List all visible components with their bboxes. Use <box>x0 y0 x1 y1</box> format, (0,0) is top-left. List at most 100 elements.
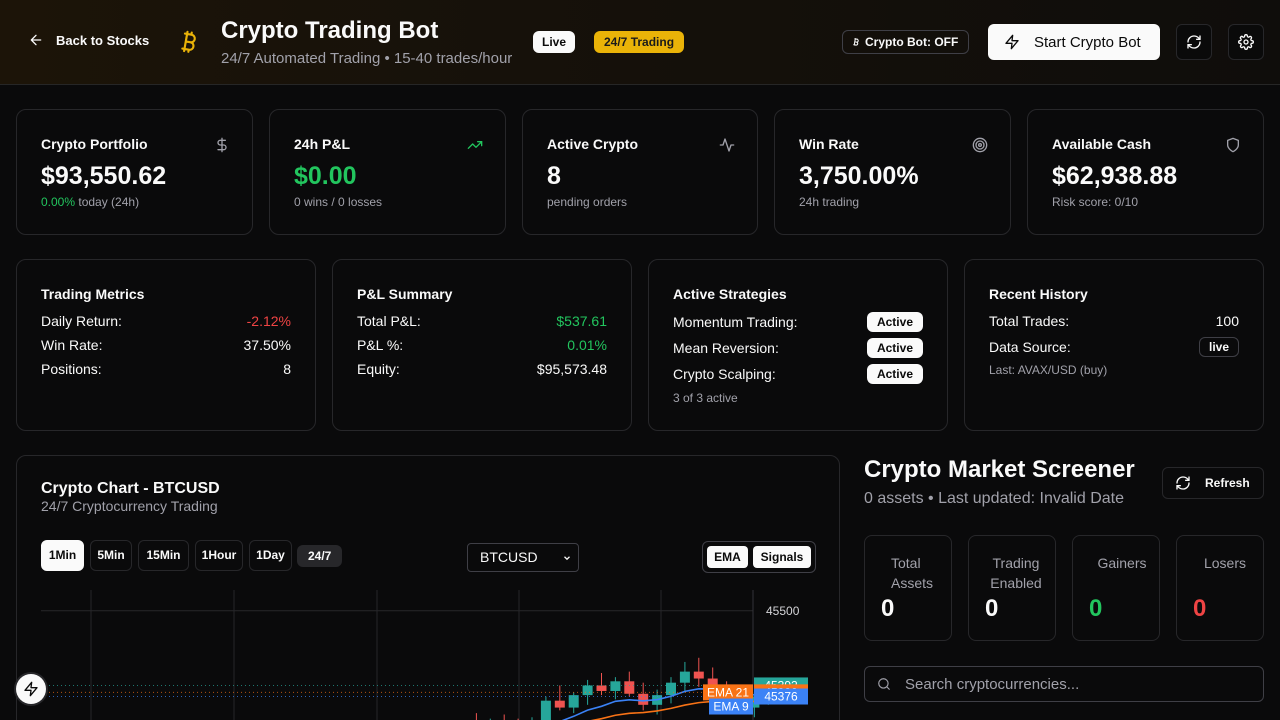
stat-value: $0.00 <box>294 162 357 190</box>
ema9-price-tag: 45376 <box>764 690 798 704</box>
refresh-label: Refresh <box>1205 476 1250 490</box>
history-value: 100 <box>1215 313 1239 329</box>
screener-subtitle: 0 assets • Last updated: Invalid Date <box>864 490 1124 507</box>
stat-card-active-crypto: Active Crypto 8 pending orders <box>522 109 758 235</box>
strategy-label: Momentum Trading: <box>673 314 798 330</box>
stat-label: Active Crypto <box>547 136 639 152</box>
metric-value: 37.50% <box>243 337 291 353</box>
symbol-select-value: BTCUSD <box>480 549 538 565</box>
stat-card-portfolio: Crypto Portfolio $93,550.62 0.00% today … <box>16 109 253 235</box>
live-badge: Live <box>533 31 576 53</box>
metric-row-pl-percent: P&L %: 0.01% <box>357 337 607 353</box>
active-strategies-card: Active Strategies Momentum Trading: Activ… <box>648 259 948 431</box>
stat-label: Available Cash <box>1052 136 1152 152</box>
candlestick-chart[interactable]: 4550045300453924538245376EMA 21EMA 9 <box>41 590 817 720</box>
strategy-row: Momentum Trading: Active <box>673 312 923 332</box>
chart-title: Crypto Chart - BTCUSD <box>41 480 220 497</box>
zap-icon <box>24 681 38 697</box>
candle-body <box>679 671 690 683</box>
crypto-chart-card: Crypto Chart - BTCUSD 24/7 Cryptocurrenc… <box>16 455 840 720</box>
metric-value: $537.61 <box>556 313 607 329</box>
page-subtitle: 24/7 Automated Trading • 15-40 trades/ho… <box>221 50 513 67</box>
bot-status-badge: Crypto Bot: OFF <box>842 30 970 54</box>
page-title: Crypto Trading Bot <box>221 17 439 44</box>
screener-losers: Losers 0 <box>1176 535 1264 641</box>
refresh-icon <box>1176 476 1190 490</box>
card-title: Active Strategies <box>673 286 787 302</box>
price-tick-label: 45500 <box>766 604 800 618</box>
strategy-row: Crypto Scalping: Active <box>673 364 923 384</box>
trending-up-icon <box>467 141 483 149</box>
metric-value: 0.01% <box>567 337 607 353</box>
history-last-trade: Last: AVAX/USD (buy) <box>989 363 1108 377</box>
recent-history-card: Recent History Total Trades: 100 Data Sou… <box>964 259 1264 431</box>
quick-action-button[interactable] <box>16 674 46 704</box>
metric-value: 8 <box>283 361 291 377</box>
gear-icon <box>1238 34 1254 50</box>
strategy-status-badge: Active <box>866 338 923 358</box>
bitcoin-small-icon <box>853 38 859 46</box>
timeframe-1min[interactable]: 1Min <box>41 540 84 571</box>
metric-row-total-pl: Total P&L: $537.61 <box>357 313 607 329</box>
stat-sub: 0.00% today (24h) <box>41 195 139 209</box>
crypto-search-input[interactable] <box>864 666 1264 702</box>
metric-label: Daily Return: <box>41 313 122 329</box>
pl-summary-card: P&L Summary Total P&L: $537.61 P&L %: 0.01… <box>332 259 632 431</box>
tag-247: 24/7 <box>297 545 343 567</box>
stat-sub: pending orders <box>547 195 628 209</box>
card-title: P&L Summary <box>357 286 453 302</box>
card-title: Trading Metrics <box>41 286 145 302</box>
timeframe-1day[interactable]: 1Day <box>249 540 292 571</box>
screener-card-value: 0 <box>881 595 895 622</box>
metric-row-win-rate: Win Rate: 37.50% <box>41 337 291 353</box>
screener-card-value: 0 <box>1089 595 1103 622</box>
trading-metrics-card: Trading Metrics Daily Return: -2.12% Win … <box>16 259 316 431</box>
back-to-stocks-link[interactable]: Back to Stocks <box>28 32 149 48</box>
settings-button[interactable] <box>1228 24 1264 60</box>
screener-card-label: Trading Enabled <box>990 555 1042 591</box>
timeframe-1hour[interactable]: 1Hour <box>195 540 243 571</box>
ema-toggle[interactable]: EMA <box>707 546 748 568</box>
metric-row-daily-return: Daily Return: -2.12% <box>41 313 291 329</box>
candle-body <box>596 685 607 691</box>
stat-change: 0.00% <box>41 195 76 209</box>
stat-sub: 24h trading <box>799 195 860 209</box>
strategy-label: Mean Reversion: <box>673 340 779 356</box>
metric-row-equity: Equity: $95,573.48 <box>357 361 607 377</box>
history-row-source: Data Source: live <box>989 337 1239 357</box>
metric-label: Equity: <box>357 361 400 377</box>
start-crypto-bot-button[interactable]: Start Crypto Bot <box>988 24 1160 60</box>
refresh-button[interactable] <box>1176 24 1212 60</box>
stat-card-available-cash: Available Cash $62,938.88 Risk score: 0/… <box>1027 109 1264 235</box>
stat-value: $62,938.88 <box>1052 162 1178 190</box>
timeframe-5min[interactable]: 5Min <box>90 540 132 571</box>
bitcoin-icon <box>181 30 196 53</box>
metric-label: Positions: <box>41 361 102 377</box>
screener-total-assets: Total Assets 0 <box>864 535 952 641</box>
history-label: Total Trades: <box>989 313 1070 329</box>
screener-card-label: Gainers <box>1097 555 1147 571</box>
signals-toggle[interactable]: Signals <box>753 546 811 568</box>
trading-247-badge: 24/7 Trading <box>594 31 685 53</box>
timeframe-15min[interactable]: 15Min <box>138 540 189 571</box>
metric-value: $95,573.48 <box>536 361 607 377</box>
candle-body <box>582 685 593 696</box>
stat-label: 24h P&L <box>294 136 351 152</box>
zap-icon <box>1005 34 1019 50</box>
candle-body <box>693 671 704 679</box>
activity-icon <box>719 138 735 152</box>
metric-label: Win Rate: <box>41 337 103 353</box>
screener-card-value: 0 <box>1193 595 1207 622</box>
screener-card-label: Total Assets <box>891 555 934 591</box>
screener-card-value: 0 <box>985 595 999 622</box>
candle-body <box>666 682 676 696</box>
history-label: Data Source: <box>989 339 1071 355</box>
symbol-select[interactable]: BTCUSD <box>467 543 579 572</box>
metric-label: P&L %: <box>357 337 404 353</box>
stat-card-win-rate: Win Rate 3,750.00% 24h trading <box>774 109 1011 235</box>
ema9-name-label: EMA 9 <box>713 700 749 714</box>
screener-refresh-button[interactable]: Refresh <box>1162 467 1264 499</box>
chevron-down-icon <box>564 556 570 561</box>
dollar-icon <box>217 137 227 153</box>
metric-label: Total P&L: <box>357 313 421 329</box>
